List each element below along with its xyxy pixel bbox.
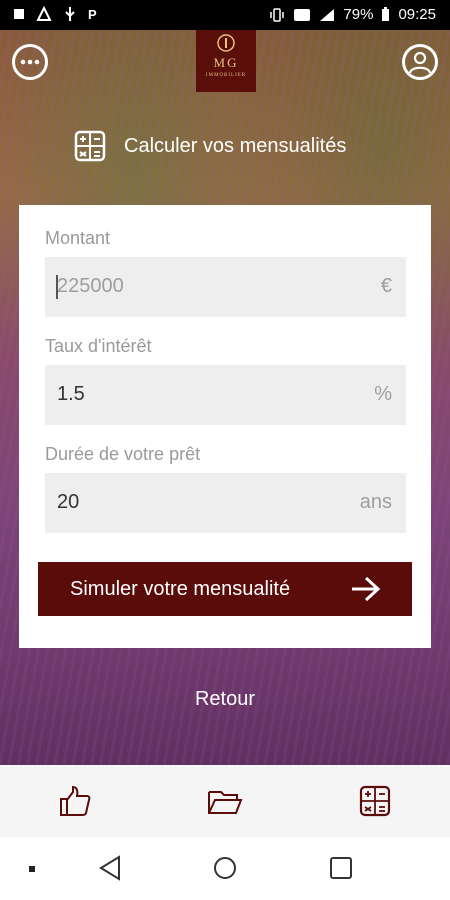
duration-unit: ans <box>359 491 392 513</box>
tab-thumbs-up[interactable] <box>52 779 98 823</box>
clock: 09:25 <box>398 6 436 23</box>
system-nav-bar <box>0 837 450 900</box>
battery-percent: 79% <box>343 6 374 23</box>
page-title: Calculer vos mensualités <box>74 130 346 162</box>
amount-placeholder: 225000 <box>57 275 124 297</box>
calculator-icon <box>74 130 106 162</box>
tab-folder[interactable] <box>202 779 248 823</box>
folder-open-icon <box>208 791 243 814</box>
profile-button[interactable] <box>402 44 438 80</box>
page-title-text: Calculer vos mensualités <box>124 134 347 157</box>
overview-icon[interactable] <box>329 855 353 881</box>
status-bar: P 79% 09:25 <box>0 0 450 30</box>
signal-icon <box>320 8 335 21</box>
amount-unit: € <box>380 275 392 297</box>
interest-field[interactable]: 1.5 % <box>45 365 406 425</box>
tab-bar <box>0 765 450 837</box>
volte-icon <box>294 8 311 21</box>
simulate-button-label: Simuler votre mensualité <box>70 578 291 600</box>
battery-icon <box>382 7 390 21</box>
brand-logo: MG IMMOBILIER <box>196 30 256 92</box>
calculator-card: Montant 225000 € Taux d'intérêt 1.5 % Du… <box>19 205 431 648</box>
thumbs-up-icon <box>60 785 91 816</box>
key-icon <box>217 34 235 52</box>
back-link[interactable]: Retour <box>0 688 450 711</box>
logo-tagline: IMMOBILIER <box>205 73 247 78</box>
logo-app-icon <box>36 6 52 21</box>
interest-unit: % <box>374 383 392 405</box>
sim-icon <box>14 9 24 19</box>
more-icon <box>20 59 40 65</box>
amount-label: Montant <box>45 228 111 248</box>
home-icon[interactable] <box>213 855 237 881</box>
interest-value: 1.5 <box>57 383 85 405</box>
duration-label: Durée de votre prêt <box>45 444 201 464</box>
tab-calculator[interactable] <box>352 779 398 823</box>
back-icon[interactable] <box>98 855 122 881</box>
arrow-right-icon <box>352 576 381 602</box>
interest-label: Taux d'intérêt <box>45 336 152 356</box>
user-icon <box>408 51 432 74</box>
logo-monogram: MG <box>213 55 239 70</box>
duration-value: 20 <box>57 491 80 513</box>
calculator-icon <box>359 785 391 817</box>
amount-field[interactable]: 225000 € <box>45 257 406 317</box>
duration-field[interactable]: 20 ans <box>45 473 406 533</box>
vibrate-icon <box>270 7 285 22</box>
menu-button[interactable] <box>12 44 48 80</box>
usb-icon <box>65 7 75 21</box>
simulate-button[interactable]: Simuler votre mensualité <box>38 562 412 616</box>
recent-dot-icon[interactable] <box>28 865 36 873</box>
p-icon: P <box>88 6 97 22</box>
